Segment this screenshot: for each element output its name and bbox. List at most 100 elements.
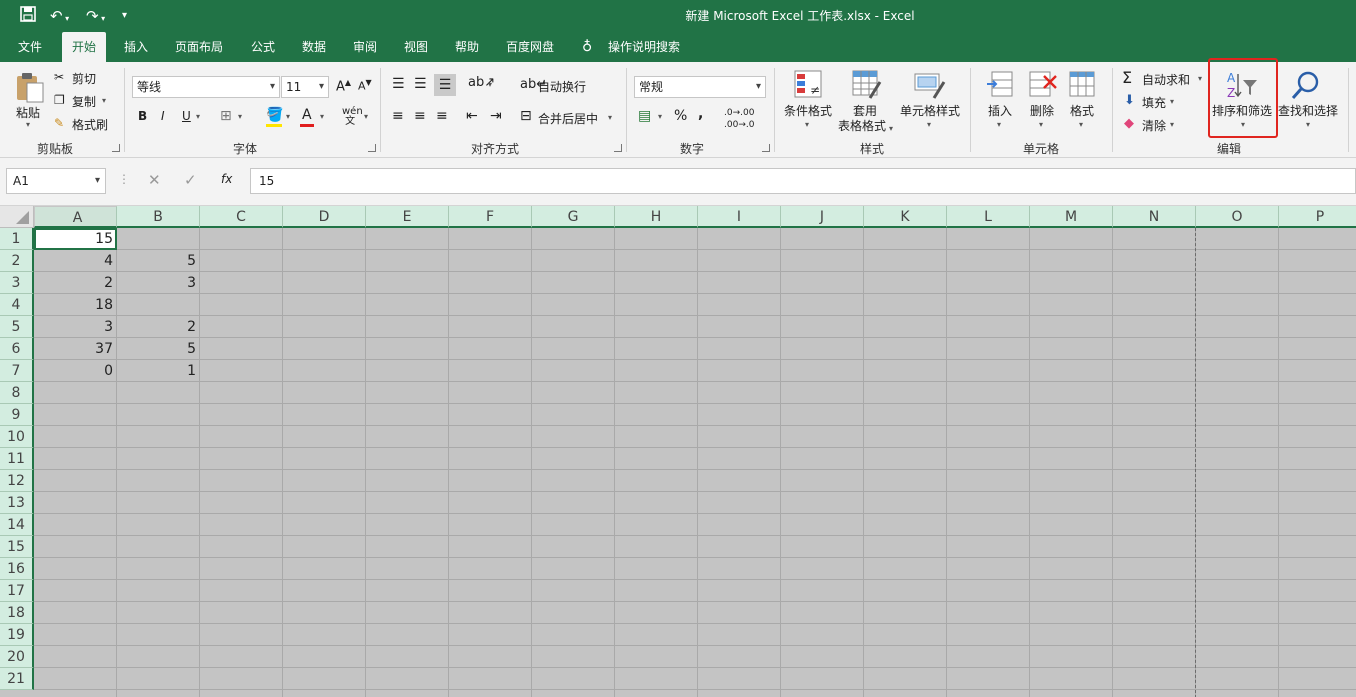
fill-color-dropdown-icon[interactable]: ▾ (286, 112, 290, 121)
number-format-select[interactable]: 常规 ▾ (634, 76, 766, 98)
align-center-icon[interactable]: ≡ (414, 108, 426, 124)
increase-indent-icon[interactable]: ⇥ (490, 108, 502, 124)
align-left-icon[interactable]: ≡ (392, 108, 404, 124)
increase-font-size-icon[interactable]: A▲ (336, 78, 351, 94)
row-header-5[interactable]: 5 (0, 316, 34, 338)
row-header-2[interactable]: 2 (0, 250, 34, 272)
format-as-table-dropdown-icon[interactable]: ▾ (889, 124, 893, 133)
conditional-dropdown-icon[interactable]: ▾ (805, 120, 809, 129)
column-header-g[interactable]: G (532, 206, 615, 228)
column-header-n[interactable]: N (1113, 206, 1196, 228)
format-as-table-icon[interactable] (852, 70, 882, 103)
cell-styles-icon[interactable] (914, 70, 946, 103)
find-select-button[interactable]: 查找和选择 (1276, 104, 1340, 119)
column-header-o[interactable]: O (1196, 206, 1279, 228)
copy-button[interactable]: 复制 (72, 93, 96, 110)
row-header-17[interactable]: 17 (0, 580, 34, 602)
underline-button[interactable]: U (182, 109, 191, 123)
column-header-j[interactable]: J (781, 206, 864, 228)
column-header-m[interactable]: M (1030, 206, 1113, 228)
cancel-entry-icon[interactable]: ✕ (148, 171, 161, 189)
cell-a6[interactable]: 37 (34, 338, 117, 360)
column-header-c[interactable]: C (200, 206, 283, 228)
formula-input[interactable]: 15 (250, 168, 1356, 194)
cell-b7[interactable]: 1 (117, 360, 200, 382)
italic-button[interactable]: I (161, 109, 165, 123)
column-header-l[interactable]: L (947, 206, 1030, 228)
row-header-10[interactable]: 10 (0, 426, 34, 448)
tab-baidu-netdisk[interactable]: 百度网盘 (504, 32, 556, 62)
row-header-11[interactable]: 11 (0, 448, 34, 470)
font-color-icon[interactable]: A (302, 107, 312, 123)
align-middle-icon[interactable]: ☰ (414, 76, 427, 92)
row-header-9[interactable]: 9 (0, 404, 34, 426)
font-color-dropdown-icon[interactable]: ▾ (320, 112, 324, 121)
insert-cells-button[interactable]: 插入 (982, 104, 1018, 119)
autosum-button[interactable]: 自动求和 (1142, 71, 1190, 88)
row-header-12[interactable]: 12 (0, 470, 34, 492)
fill-color-icon[interactable]: 🪣 (266, 107, 283, 123)
cell-styles-dropdown-icon[interactable]: ▾ (927, 120, 931, 129)
number-launcher-icon[interactable] (762, 144, 770, 152)
align-top-icon[interactable]: ☰ (392, 76, 405, 92)
cell-a4[interactable]: 18 (34, 294, 117, 316)
row-header-1[interactable]: 1 (0, 228, 34, 250)
cell-a5[interactable]: 3 (34, 316, 117, 338)
delete-cells-icon[interactable] (1028, 70, 1058, 103)
clear-button[interactable]: 清除 (1142, 117, 1166, 134)
font-launcher-icon[interactable] (368, 144, 376, 152)
column-header-d[interactable]: D (283, 206, 366, 228)
underline-dropdown-icon[interactable]: ▾ (196, 112, 200, 121)
tab-help[interactable]: 帮助 (453, 32, 481, 62)
delete-cells-button[interactable]: 删除 (1024, 104, 1060, 119)
font-size-select[interactable]: 11 ▾ (281, 76, 329, 98)
decrease-font-size-icon[interactable]: A▼ (358, 78, 372, 93)
row-header-7[interactable]: 7 (0, 360, 34, 382)
magnifier-icon[interactable] (1290, 70, 1322, 105)
comma-style-button[interactable]: , (698, 106, 703, 122)
cell-b3[interactable]: 3 (117, 272, 200, 294)
column-header-h[interactable]: H (615, 206, 698, 228)
tab-formulas[interactable]: 公式 (249, 32, 277, 62)
chevron-down-icon[interactable]: ▾ (95, 169, 100, 193)
cell-b2[interactable]: 5 (117, 250, 200, 272)
row-header-18[interactable]: 18 (0, 602, 34, 624)
wrap-text-button[interactable]: 自动换行 (538, 78, 586, 95)
row-header-13[interactable]: 13 (0, 492, 34, 514)
copy-dropdown-icon[interactable]: ▾ (102, 96, 106, 105)
row-header-15[interactable]: 15 (0, 536, 34, 558)
cell-b6[interactable]: 5 (117, 338, 200, 360)
cell-a3[interactable]: 2 (34, 272, 117, 294)
row-header-3[interactable]: 3 (0, 272, 34, 294)
format-cells-icon[interactable] (1068, 70, 1098, 103)
format-cells-dropdown-icon[interactable]: ▾ (1079, 120, 1083, 129)
column-header-a[interactable]: A (34, 206, 117, 228)
merge-center-button[interactable]: 合并后居中 (538, 110, 598, 127)
format-as-table-label-1[interactable]: 套用 (843, 104, 887, 119)
name-box[interactable]: A1 ▾ (6, 168, 106, 194)
paste-dropdown-icon[interactable]: ▾ (26, 120, 30, 129)
tab-home[interactable]: 开始 (62, 32, 107, 62)
format-cells-button[interactable]: 格式 (1064, 104, 1100, 119)
cell-a7[interactable]: 0 (34, 360, 117, 382)
cut-button[interactable]: 剪切 (72, 70, 96, 87)
phonetic-guide-icon[interactable]: wén 文 (342, 107, 363, 127)
row-header-16[interactable]: 16 (0, 558, 34, 580)
conditional-formatting-button[interactable]: 条件格式 (783, 104, 833, 119)
insert-cells-icon[interactable] (986, 70, 1014, 103)
percent-style-button[interactable]: % (674, 108, 687, 124)
row-header-21[interactable]: 21 (0, 668, 34, 690)
phonetic-dropdown-icon[interactable]: ▾ (364, 112, 368, 121)
autosum-dropdown-icon[interactable]: ▾ (1198, 74, 1202, 83)
cell-a1[interactable]: 15 (34, 228, 117, 250)
tab-insert[interactable]: 插入 (122, 32, 150, 62)
merge-dropdown-icon[interactable]: ▾ (608, 113, 612, 122)
borders-dropdown-icon[interactable]: ▾ (238, 112, 242, 121)
orientation-dropdown-icon[interactable]: ▾ (488, 80, 492, 89)
decrease-decimal-button[interactable]: .00→.0 (724, 120, 754, 130)
column-header-k[interactable]: K (864, 206, 947, 228)
fill-button[interactable]: 填充 (1142, 94, 1166, 111)
align-right-icon[interactable]: ≡ (436, 108, 448, 124)
fill-dropdown-icon[interactable]: ▾ (1170, 97, 1174, 106)
insert-function-button[interactable]: fx (221, 172, 232, 186)
